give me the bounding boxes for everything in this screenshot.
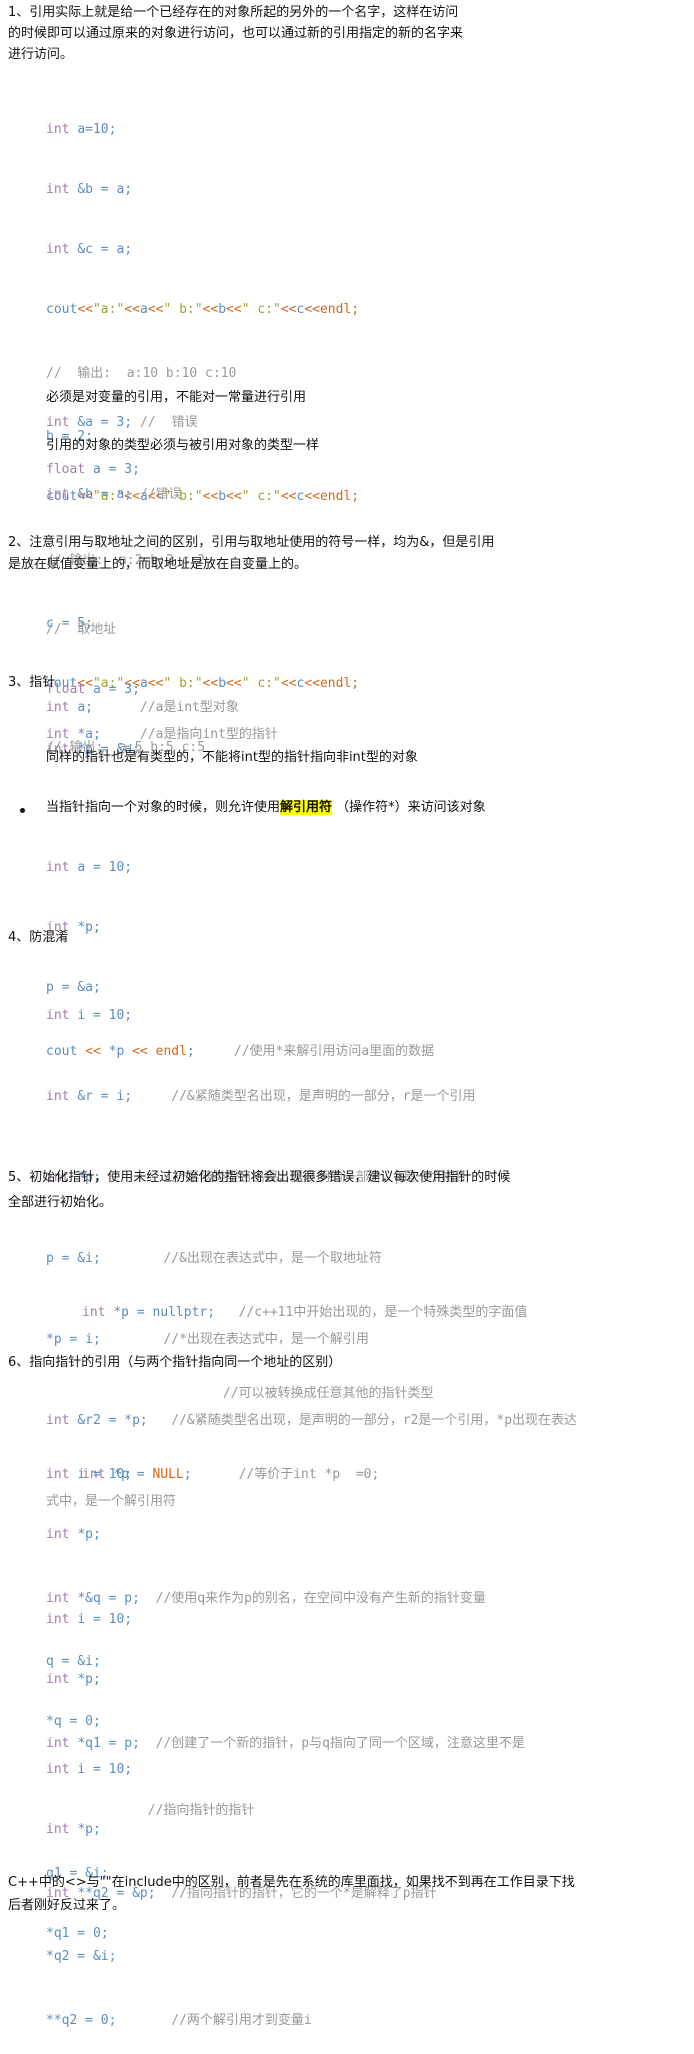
code-line: int a; //a是int型对象: [46, 700, 239, 715]
footer-text-line: 后者刚好反过来了。: [8, 1898, 126, 1913]
code-line: int *a; //a是指向int型的指针: [46, 727, 278, 742]
section5-text-line: 5、初始化指针，使用未经过初始化的指针将会出现很多错误，建议每次使用指针的时候: [8, 1170, 511, 1185]
code-comment: // 输出: a:10 b:10 c:10: [46, 366, 237, 381]
section3-title: 3、指针: [8, 675, 56, 690]
code-line: *q2 = &i;: [46, 1949, 117, 1964]
section4-title: 4、防混淆: [8, 930, 69, 945]
code-line: float a = 3;: [46, 682, 140, 697]
code-line: int *p = nullptr; //c++11中开始出现的，是一个特殊类型的…: [82, 1305, 528, 1320]
code-line: int *p;: [46, 1822, 101, 1837]
code-line: int &a = 3; // 错误: [46, 415, 198, 430]
code-line: int i = 10;: [46, 1762, 133, 1777]
code-comment: //c++11中开始出现的，是一个特殊类型的字面值: [238, 1305, 528, 1320]
section5-text-line: 全部进行初始化。: [8, 1195, 113, 1210]
section1-note: 必须是对变量的引用，不能对一常量进行引用: [46, 390, 307, 405]
code-line: int a=10;: [46, 122, 117, 137]
code-line: int a = 10;: [46, 860, 133, 875]
code-comment: //a是指向int型的指针: [139, 727, 278, 742]
code-line: int i = 10;: [46, 1612, 133, 1627]
section1-text-line: 进行访问。: [8, 47, 74, 62]
section2-text-line: 是放在赋值变量上的，而取地址是放在自变量上的。: [8, 557, 308, 572]
code-comment: //&紧随类型名出现，是声明的一部分，r是一个引用: [171, 1089, 476, 1104]
code-line: int &b = a; //错误: [46, 487, 182, 502]
code-line: int &r = i; //&紧随类型名出现，是声明的一部分，r是一个引用: [46, 1089, 476, 1104]
footer-text-line: C++中的<>与""在include中的区别，前者是先在系统的库里面找，如果找不…: [8, 1875, 575, 1890]
code-line: float a = 3;: [46, 462, 140, 477]
bullet-text: 当指针指向一个对象的时候，则允许使用解引用符 （操作符*）来访问该对象: [46, 795, 486, 820]
section1-note: 引用的对象的类型必须与被引用对象的类型一样: [46, 438, 320, 453]
code-line: int *p;: [46, 920, 101, 935]
code-comment: //a是int型对象: [139, 700, 239, 715]
code-comment: //可以被转换成任意其他的指针类型: [222, 1386, 434, 1401]
highlighted-term: 解引用符: [280, 800, 333, 815]
code-comment: // 取地址: [46, 622, 117, 637]
code-line: cout<<"a:"<<a<<" b:"<<b<<" c:"<<c<<endl;: [46, 302, 360, 317]
bullet-text-after: （操作符*）来访问该对象: [332, 800, 486, 815]
code-line: int i = 10;: [46, 1467, 133, 1482]
code-line: int *p;: [46, 1527, 101, 1542]
code-comment: //两个解引用才到变量i: [171, 2013, 312, 2028]
section6-title: 6、指向指针的引用（与两个指针指向同一个地址的区别）: [8, 1355, 342, 1370]
section1-text-line: 的时候即可以通过原来的对象进行访问，也可以通过新的引用指定的新的名字来: [8, 26, 464, 41]
code-line: int &b = a;: [46, 182, 133, 197]
bullet-marker: [20, 808, 25, 813]
code-line: **q2 = 0; //两个解引用才到变量i: [46, 2013, 312, 2028]
code-line: int i = 10;: [46, 1008, 133, 1023]
code-line: //可以被转换成任意其他的指针类型: [82, 1380, 527, 1407]
code-line: int &c = a;: [46, 242, 133, 257]
code-line: int *p;: [46, 1672, 101, 1687]
section3-note: 同样的指针也是有类型的，不能将int型的指针指向非int型的对象: [46, 750, 418, 765]
bullet-text-before: 当指针指向一个对象的时候，则允许使用: [46, 800, 281, 815]
